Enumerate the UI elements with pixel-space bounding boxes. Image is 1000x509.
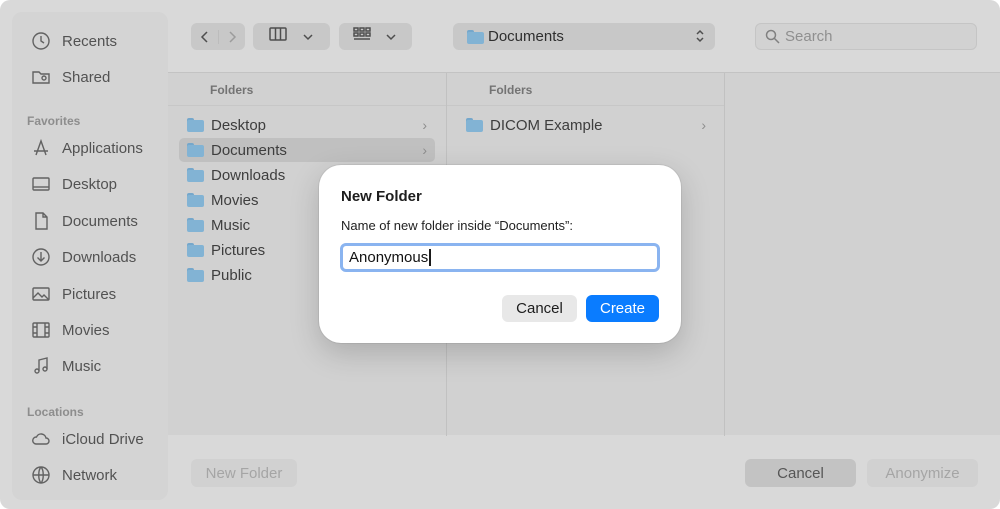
folder-name-input[interactable]: Anonymous <box>340 243 660 272</box>
folder-name-input-value: Anonymous <box>349 249 429 266</box>
dialog-cancel-button[interactable]: Cancel <box>502 295 577 322</box>
new-folder-dialog: New Folder Name of new folder inside “Do… <box>319 165 681 343</box>
text-caret <box>429 249 431 266</box>
dialog-message: Name of new folder inside “Documents”: <box>341 218 573 233</box>
open-panel-window: Recents Shared Favorites Applications De… <box>0 0 1000 509</box>
create-button[interactable]: Create <box>586 295 659 322</box>
dialog-title: New Folder <box>341 188 422 205</box>
